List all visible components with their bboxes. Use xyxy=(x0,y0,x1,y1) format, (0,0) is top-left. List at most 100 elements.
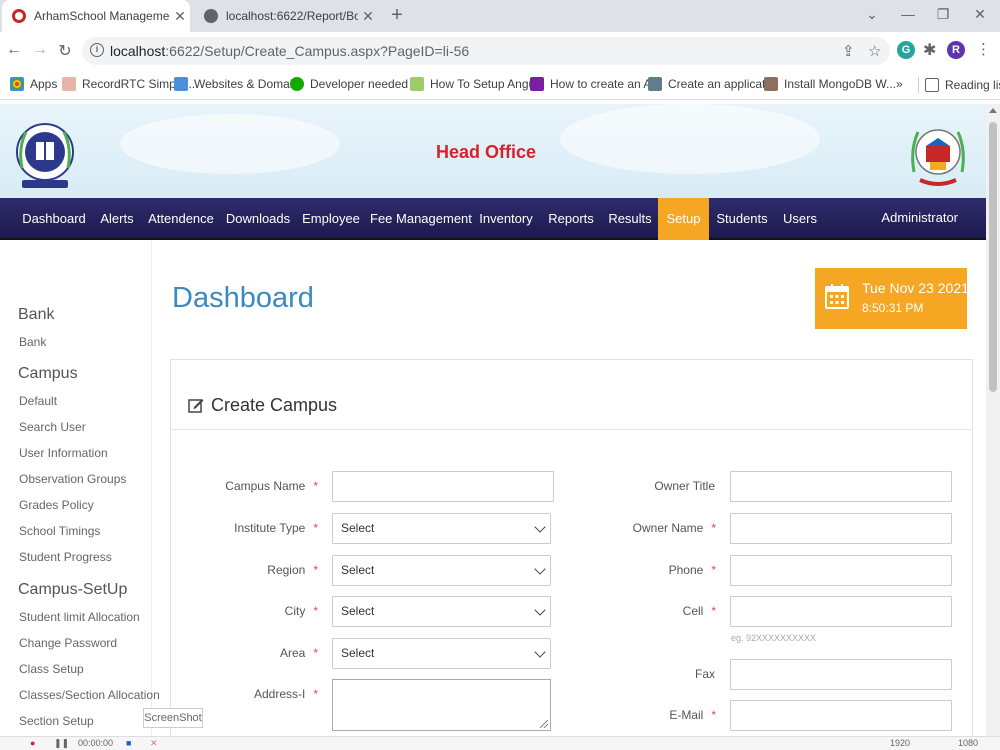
region-select[interactable]: Select xyxy=(332,555,551,586)
minimize-button[interactable]: — xyxy=(898,6,918,22)
new-tab-button[interactable]: + xyxy=(386,4,408,27)
sidebar-item-search-user[interactable]: Search User xyxy=(19,420,86,434)
grammarly-extension-icon[interactable]: G xyxy=(897,41,915,59)
nav-fee-management[interactable]: Fee Management xyxy=(370,198,472,240)
bookmark-angular[interactable]: How To Setup Angu... xyxy=(410,77,545,91)
width-stepper[interactable]: 1920 xyxy=(890,738,910,748)
url-text: localhost:6622/Setup/Create_Campus.aspx?… xyxy=(110,43,470,59)
bookmark-label: Developer needed f... xyxy=(310,77,425,91)
close-window-button[interactable]: ✕ xyxy=(970,6,990,23)
email-label: E-Mail * xyxy=(669,708,716,722)
url-bar[interactable]: i localhost:6622/Setup/Create_Campus.asp… xyxy=(82,37,890,65)
sidebar-item-class-setup[interactable]: Class Setup xyxy=(19,662,84,676)
nav-attendence[interactable]: Attendence xyxy=(146,198,216,240)
institute-type-select[interactable]: Select xyxy=(332,513,551,544)
sidebar-item-student-progress[interactable]: Student Progress xyxy=(19,550,112,564)
sidebar-item-observation-groups[interactable]: Observation Groups xyxy=(19,472,126,486)
bookmark-upwork[interactable]: Developer needed f... xyxy=(290,77,425,91)
email-input[interactable] xyxy=(730,700,952,731)
reload-icon[interactable]: ↻ xyxy=(55,41,75,61)
forward-icon[interactable]: → xyxy=(30,41,50,59)
nav-dashboard[interactable]: Dashboard xyxy=(18,198,90,240)
camera-icon[interactable]: ■ xyxy=(126,738,131,748)
nav-setup[interactable]: Setup xyxy=(658,198,709,240)
sidebar-head-bank: Bank xyxy=(18,306,55,323)
edit-icon xyxy=(188,399,204,413)
header-title: Head Office xyxy=(435,142,537,162)
sidebar-item-user-information[interactable]: User Information xyxy=(19,446,108,460)
profile-avatar[interactable]: R xyxy=(947,41,965,59)
nav-students[interactable]: Students xyxy=(714,198,770,240)
phone-input[interactable] xyxy=(730,555,952,586)
bookmark-create-app[interactable]: Create an applicati... xyxy=(648,77,778,91)
bookmark-label: Install MongoDB W... xyxy=(784,77,897,91)
sidebar-item-section-setup[interactable]: Section Setup xyxy=(19,714,94,728)
share-icon[interactable]: ⇪ xyxy=(842,42,855,60)
nav-reports[interactable]: Reports xyxy=(544,198,598,240)
reading-list-button[interactable]: Reading list xyxy=(910,77,1000,93)
nav-users[interactable]: Users xyxy=(778,198,822,240)
bookmark-label: Apps xyxy=(30,77,58,91)
bookmark-mongodb[interactable]: Install MongoDB W... xyxy=(764,77,896,91)
nav-employee[interactable]: Employee xyxy=(300,198,362,240)
bookmark-apps[interactable]: Apps xyxy=(10,77,57,91)
tab-arhamschool[interactable]: ArhamSchool Management ✕ xyxy=(2,0,190,32)
nav-results[interactable]: Results xyxy=(604,198,656,240)
reading-list-label: Reading list xyxy=(945,78,1000,92)
chevron-down-icon xyxy=(534,563,546,575)
calendar-icon xyxy=(825,284,849,309)
close-tab-icon[interactable]: ✕ xyxy=(170,8,190,25)
sidebar-item-grades-policy[interactable]: Grades Policy xyxy=(19,498,94,512)
bookmark-label: Create an applicati... xyxy=(668,77,779,91)
scroll-up-icon[interactable] xyxy=(989,108,997,113)
nav-downloads[interactable]: Downloads xyxy=(224,198,292,240)
angular-icon xyxy=(410,77,424,91)
sidebar-item-school-timings[interactable]: School Timings xyxy=(19,524,100,538)
tab-report[interactable]: localhost:6622/Report/BoysGirlR ✕ xyxy=(194,0,378,32)
sidebar-item-student-limit[interactable]: Student limit Allocation xyxy=(19,610,140,624)
sidebar-item-default[interactable]: Default xyxy=(19,394,57,408)
sidebar-item-bank[interactable]: Bank xyxy=(19,335,46,349)
tab-search-icon[interactable]: ⌄ xyxy=(862,6,882,23)
timer-text: 00:00:00 xyxy=(78,738,114,748)
panel-header: Create Campus xyxy=(171,360,972,430)
apps-grid-icon xyxy=(10,77,24,91)
sidebar-item-classes-section[interactable]: Classes/Section Allocation xyxy=(19,688,160,702)
cell-hint: eg. 92XXXXXXXXXX xyxy=(731,633,817,643)
page-title: Dashboard xyxy=(172,282,314,314)
scrollbar-thumb[interactable] xyxy=(989,122,997,392)
restore-button[interactable]: ❐ xyxy=(933,6,953,23)
nav-alerts[interactable]: Alerts xyxy=(96,198,138,240)
campus-name-input[interactable] xyxy=(332,471,554,502)
page-scrollbar[interactable] xyxy=(986,104,1000,750)
bookmark-tb[interactable]: How to create an A... xyxy=(530,77,661,91)
owner-name-input[interactable] xyxy=(730,513,952,544)
app-icon xyxy=(648,77,662,91)
sidebar-item-change-password[interactable]: Change Password xyxy=(19,636,117,650)
region-label: Region * xyxy=(267,563,318,577)
fax-input[interactable] xyxy=(730,659,952,690)
address-textarea[interactable] xyxy=(332,679,551,731)
sidebar: Bank Bank Campus Default Search User Use… xyxy=(0,240,160,750)
close-tab-icon[interactable]: ✕ xyxy=(358,8,378,25)
bookmark-websites[interactable]: Websites & Domai... xyxy=(174,77,302,91)
owner-name-label: Owner Name * xyxy=(632,521,716,535)
record-icon[interactable]: ● xyxy=(30,738,35,748)
pause-icon[interactable]: ❚❚ xyxy=(54,738,69,749)
bookmark-star-icon[interactable]: ☆ xyxy=(868,42,881,60)
area-select[interactable]: Select xyxy=(332,638,551,669)
user-menu-administrator[interactable]: Administrator xyxy=(881,210,958,225)
resize-handle-icon[interactable] xyxy=(540,720,548,728)
menu-kebab-icon[interactable]: ⋮ xyxy=(976,40,991,58)
owner-title-input[interactable] xyxy=(730,471,952,502)
height-stepper[interactable]: 1080 xyxy=(958,738,978,748)
close-recorder-icon[interactable]: ✕ xyxy=(150,738,158,749)
bookmarks-overflow-button[interactable]: » xyxy=(896,77,903,91)
extensions-puzzle-icon[interactable]: ✱ xyxy=(923,40,936,60)
site-info-icon[interactable]: i xyxy=(90,43,104,57)
nav-inventory[interactable]: Inventory xyxy=(476,198,536,240)
tb-icon xyxy=(530,77,544,91)
cell-input[interactable] xyxy=(730,596,952,627)
city-select[interactable]: Select xyxy=(332,596,551,627)
back-icon[interactable]: ← xyxy=(4,41,24,59)
